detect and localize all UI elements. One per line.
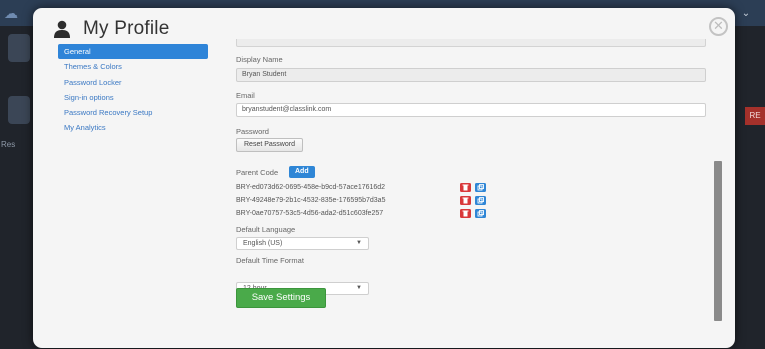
sidebar-item-my-analytics[interactable]: My Analytics [58,120,208,135]
scrollbar-thumb[interactable] [714,161,722,321]
default-time-format-label: Default Time Format [236,256,304,265]
background-tile [8,96,30,124]
profile-form: Display Name Bryan Student Email bryanst… [236,39,711,308]
cut-off-input[interactable] [236,39,706,47]
parent-code-value: BRY-ed073d62-0695-458e-b9cd-57ace17616d2 [236,184,386,191]
parent-code-value: BRY-0ae70757-53c5-4d56-ada2-d51c603fe257 [236,210,384,217]
sidebar-item-sign-in-options[interactable]: Sign-in options [58,90,208,105]
delete-code-button[interactable] [460,196,471,205]
sidebar-item-general[interactable]: General [58,44,208,59]
profile-sidebar: General Themes & Colors Password Locker … [58,44,208,136]
background-text: Res [1,140,16,149]
parent-code-row: BRY-ed073d62-0695-458e-b9cd-57ace17616d2 [236,183,496,193]
parent-code-value: BRY-49248e79-2b1c-4532-835e-176595b7d3a5 [236,197,386,204]
copy-icon [477,210,484,217]
delete-code-button[interactable] [460,183,471,192]
background-tile [8,34,30,62]
copy-code-button[interactable] [475,209,486,218]
email-field[interactable]: bryanstudent@classlink.com [236,103,706,117]
parent-code-row: BRY-49248e79-2b1c-4532-835e-176595b7d3a5 [236,196,496,206]
background-red-badge: RE [745,107,765,125]
modal-title: My Profile [83,18,170,39]
default-language-label: Default Language [236,225,296,234]
email-label: Email [236,91,255,100]
my-profile-modal: My Profile ✕ General Themes & Colors Pas… [33,8,735,348]
copy-code-button[interactable] [475,196,486,205]
sidebar-item-themes-colors[interactable]: Themes & Colors [58,59,208,74]
cloud-logo-icon: ☁ [4,5,18,21]
user-icon [53,20,71,38]
trash-icon [462,197,469,204]
reset-password-button[interactable]: Reset Password [236,138,303,152]
trash-icon [462,184,469,191]
display-name-field[interactable]: Bryan Student [236,68,706,82]
parent-code-row: BRY-0ae70757-53c5-4d56-ada2-d51c603fe257 [236,209,496,219]
delete-code-button[interactable] [460,209,471,218]
modal-header: My Profile [53,15,169,43]
default-language-value: English (US) [243,240,283,247]
close-button[interactable]: ✕ [709,17,728,36]
caret-down-icon: ▼ [356,285,362,291]
caret-down-icon: ▼ [356,240,362,246]
parent-code-label: Parent Code [236,168,279,177]
copy-icon [477,197,484,204]
save-settings-button[interactable]: Save Settings [236,288,326,308]
copy-code-button[interactable] [475,183,486,192]
password-label: Password [236,127,269,136]
display-name-label: Display Name [236,55,283,64]
sidebar-item-password-recovery-setup[interactable]: Password Recovery Setup [58,105,208,120]
default-language-select[interactable]: English (US) ▼ [236,237,369,250]
add-parent-code-button[interactable]: Add [289,166,315,178]
chevron-down-icon: ⌄ [741,8,751,19]
trash-icon [462,210,469,217]
close-icon: ✕ [713,18,724,33]
copy-icon [477,184,484,191]
sidebar-item-password-locker[interactable]: Password Locker [58,75,208,90]
